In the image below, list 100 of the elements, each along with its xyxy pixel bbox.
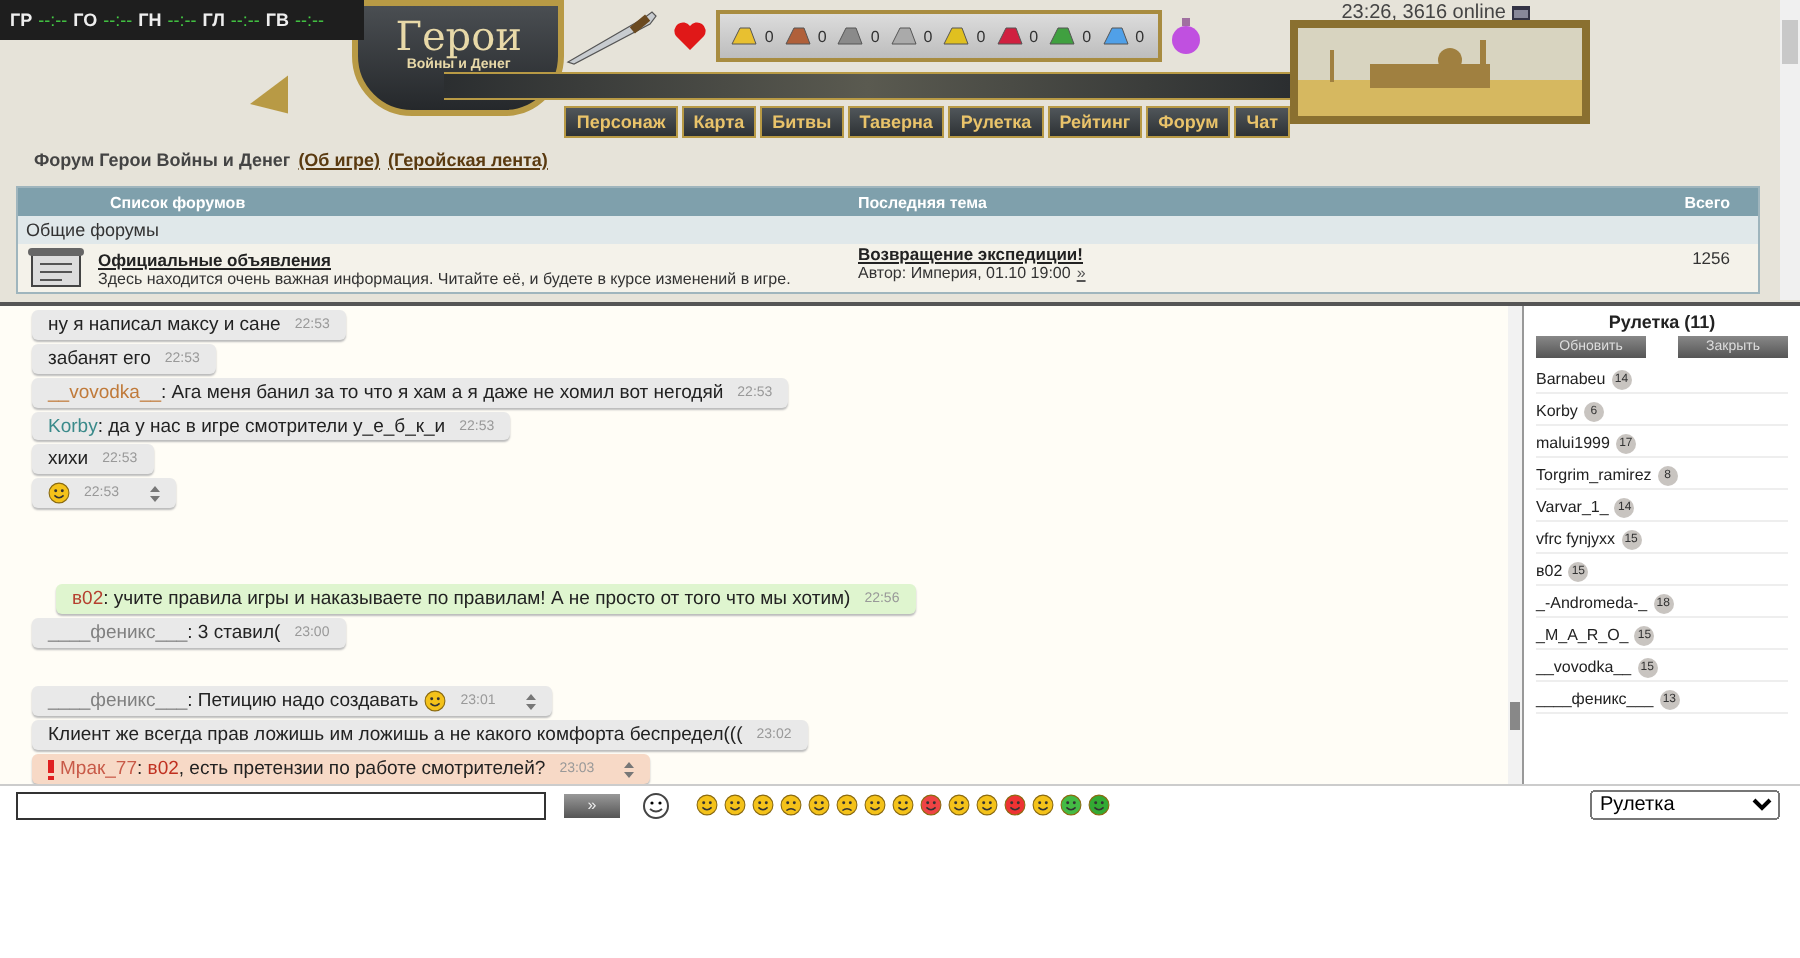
message-text: Мрак_77: в02, есть претензии по работе смотрителей? [60,758,546,781]
breadcrumb-link[interactable]: (Геройская лента) [388,150,548,170]
resource-count: 0 [764,27,774,45]
smiley-icon [48,482,70,505]
nav-button[interactable]: Карта [681,106,757,138]
smiley-icon [892,794,914,816]
timer-value: --:-- [230,10,260,30]
timer-label: ГН [138,10,162,30]
message-text: забанят его [48,347,151,370]
message-text: в02: учите правила игры и наказываете по правилам! А не просто от того что мы хотим) [72,587,851,610]
user-name[interactable]: в02 [1536,562,1563,580]
online-status: 23:26, 3616 online [1341,2,1506,24]
smiley-icon [424,690,447,713]
message-input[interactable] [16,791,546,819]
user-name[interactable]: __vovodka__ [1536,658,1632,676]
resource-icon [995,24,1024,48]
updown-icon[interactable] [149,485,160,502]
channel-select[interactable]: Рулетка [1590,790,1780,820]
resource-icon [1101,24,1130,48]
section-header: Общие форумы [18,216,1758,244]
scrollbar[interactable] [1508,306,1522,784]
timer-value: --:-- [38,10,68,30]
topic-author: Автор: Империя, 01.10 19:00 [858,264,1071,282]
timer-label: ГЛ [202,10,225,30]
resource-count: 0 [817,27,827,45]
nav-button[interactable]: Персонаж [564,106,678,138]
smiley-icon [696,794,718,816]
send-button[interactable]: » [564,793,620,817]
resource-count: 0 [976,27,986,45]
forum-title: Форум Герои Войны и Денег [34,150,291,170]
nav-button[interactable]: Рулетка [948,106,1044,138]
message-text: ____феникс___: 3 ставил( [48,621,281,644]
column-header: Последняя тема [856,193,989,211]
resource-icon [942,24,971,48]
forum-description: Здесь находится очень важная информация. Читайте её, и будете в курсе изменений в игре. [98,269,791,287]
message-text: Korby: да у нас в игре смотрители у_е_б_к_и [48,415,446,437]
timer-label: ГР [10,10,33,30]
timer-value: --:-- [103,10,133,30]
smiley-icon [976,794,998,816]
smiley-icon [1032,794,1054,816]
film-icon[interactable] [1512,5,1530,21]
resource-icon [1048,24,1077,48]
alert-icon [48,759,54,780]
resource-icon [783,24,812,48]
scrollbar[interactable] [1780,0,1800,300]
user-name[interactable]: Barnabeu [1536,370,1606,388]
resource-count: 0 [923,27,933,45]
nav-button[interactable]: Битвы [760,106,844,138]
smiley-icon [780,794,802,816]
updown-icon[interactable] [624,761,635,778]
user-name[interactable]: malui1999 [1536,434,1610,452]
message-text: Клиент же всегда прав ложишь им ложишь а не какого комфорта беспредел((( [48,724,743,747]
updown-icon[interactable] [525,693,536,710]
message-text: ____феникс___: Петицию надо создавать [48,690,419,713]
user-name[interactable]: _-Andromeda-_ [1536,594,1648,612]
smiley-icon [920,794,942,816]
potion-icon[interactable] [1170,18,1203,54]
smiley-icon [1060,794,1082,816]
logo-title: Герои [395,14,522,58]
more-link[interactable]: » [1076,264,1086,282]
smiley-icon [752,794,774,816]
user-name[interactable]: _M_A_R_O_ [1536,626,1629,644]
resource-count: 0 [1082,27,1092,45]
user-name[interactable]: ____феникс___ [1536,690,1654,708]
message-text: __vovodka__: Ага меня банил за то что я хам а я даже не хомил вот негодяй [48,381,724,404]
topic-link[interactable]: Возвращение экспедиции! [858,244,1598,264]
smiley-icon [864,794,886,816]
scroll-icon [26,246,86,290]
breadcrumb-link[interactable]: (Об игре) [298,150,381,170]
nav-button[interactable]: Форум [1146,106,1231,138]
timer-label: ГО [73,10,98,30]
timer-value: --:-- [295,10,325,30]
smiley-icon [1088,794,1110,816]
smiley-picker-icon[interactable] [642,791,670,819]
resource-icon [730,24,759,48]
timer-label: ГВ [265,10,290,30]
user-name[interactable]: Torgrim_ramirez [1536,466,1652,484]
resource-count: 0 [1135,27,1145,45]
user-name[interactable]: Korby [1536,402,1578,420]
smiley-icon [808,794,830,816]
user-name[interactable]: vfrc fynjyxx [1536,530,1616,548]
nav-button[interactable]: Чат [1234,106,1290,138]
resource-icon [889,24,918,48]
resource-icon [836,24,865,48]
nav-button[interactable]: Рейтинг [1047,106,1143,138]
column-header: Список форумов [108,193,248,211]
column-header: Всего [1682,193,1732,211]
heart-icon[interactable] [672,20,709,52]
smiley-icon [836,794,858,816]
forum-link[interactable]: Официальные объявления [98,249,791,269]
resource-count: 0 [1029,27,1039,45]
smiley-icon [1004,794,1026,816]
resource-count: 0 [870,27,880,45]
smiley-icon [948,794,970,816]
smiley-icon [724,794,746,816]
message-text: хихи [48,448,89,471]
message-text: ну я написал максу и сане [48,313,281,336]
topic-count: 1256 [1690,246,1732,272]
user-name[interactable]: Varvar_1_ [1536,498,1609,516]
nav-button[interactable]: Таверна [847,106,945,138]
